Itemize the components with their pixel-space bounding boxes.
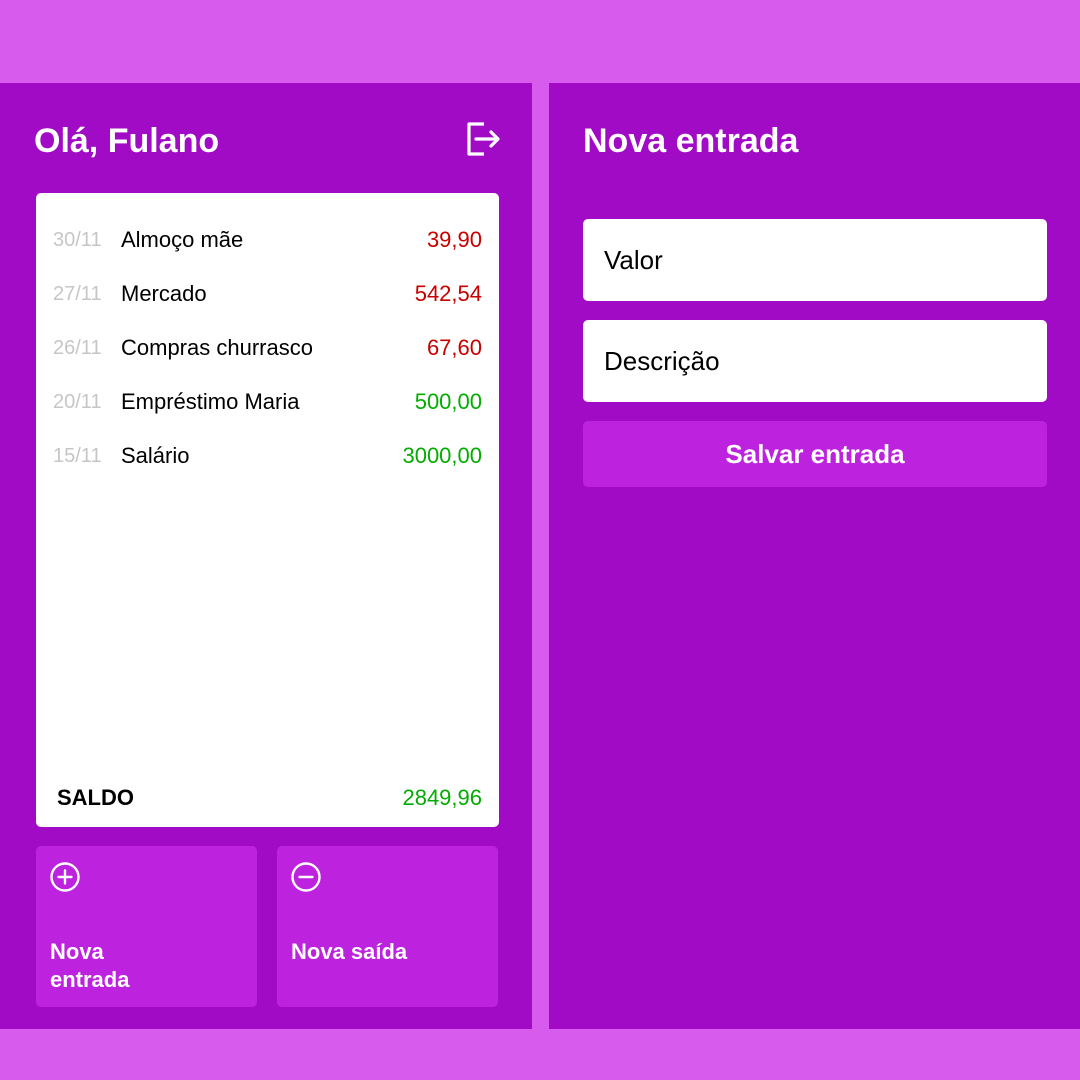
transaction-row: 27/11 Mercado 542,54 <box>53 279 482 309</box>
transaction-amount: 500,00 <box>414 389 482 414</box>
transaction-amount: 3000,00 <box>402 443 482 468</box>
new-expense-label: Nova saída <box>291 939 408 964</box>
new-entry-title: Nova entrada <box>583 122 799 160</box>
balance-value: 2849,96 <box>402 785 482 810</box>
transaction-date: 15/11 <box>53 445 102 467</box>
transaction-date: 30/11 <box>53 229 102 251</box>
save-entry-button[interactable]: Salvar entrada <box>583 421 1047 487</box>
home-screen: Olá, Fulano 30/11 Almoço mãe 39,90 27/11 Mer… <box>0 83 532 1029</box>
new-income-label: Nova entrada <box>50 939 130 992</box>
balance-label: SALDO <box>57 785 134 810</box>
greeting-title: Olá, Fulano <box>34 122 220 160</box>
transaction-date: 26/11 <box>53 337 102 359</box>
transaction-row: 20/11 Empréstimo Maria 500,00 <box>53 387 482 417</box>
transaction-description: Almoço mãe <box>121 227 244 252</box>
new-income-button[interactable]: Nova entrada <box>36 846 257 1007</box>
transaction-row: 30/11 Almoço mãe 39,90 <box>53 225 482 255</box>
transaction-row: 26/11 Compras churrasco 67,60 <box>53 333 482 363</box>
transaction-date: 27/11 <box>53 283 102 305</box>
transactions-card: 30/11 Almoço mãe 39,90 27/11 Mercado 542,54 26… <box>36 193 499 827</box>
transaction-amount: 542,54 <box>414 281 482 306</box>
transaction-description: Mercado <box>121 281 207 306</box>
transaction-description: Empréstimo Maria <box>121 389 300 414</box>
description-input[interactable] <box>583 320 1047 402</box>
transaction-row: 15/11 Salário 3000,00 <box>53 441 482 471</box>
transaction-date: 20/11 <box>53 391 102 413</box>
new-expense-button[interactable]: Nova saída <box>277 846 498 1007</box>
logout-icon[interactable] <box>462 119 502 159</box>
minus-circle-icon <box>290 861 322 893</box>
value-input[interactable] <box>583 219 1047 301</box>
transaction-description: Salário <box>121 443 190 468</box>
plus-circle-icon <box>49 861 81 893</box>
new-entry-screen: Nova entrada Salvar entrada <box>549 83 1080 1029</box>
transaction-description: Compras churrasco <box>121 335 313 360</box>
transaction-amount: 67,60 <box>426 335 482 360</box>
transaction-amount: 39,90 <box>426 227 482 252</box>
balance-row: SALDO 2849,96 <box>57 783 482 813</box>
